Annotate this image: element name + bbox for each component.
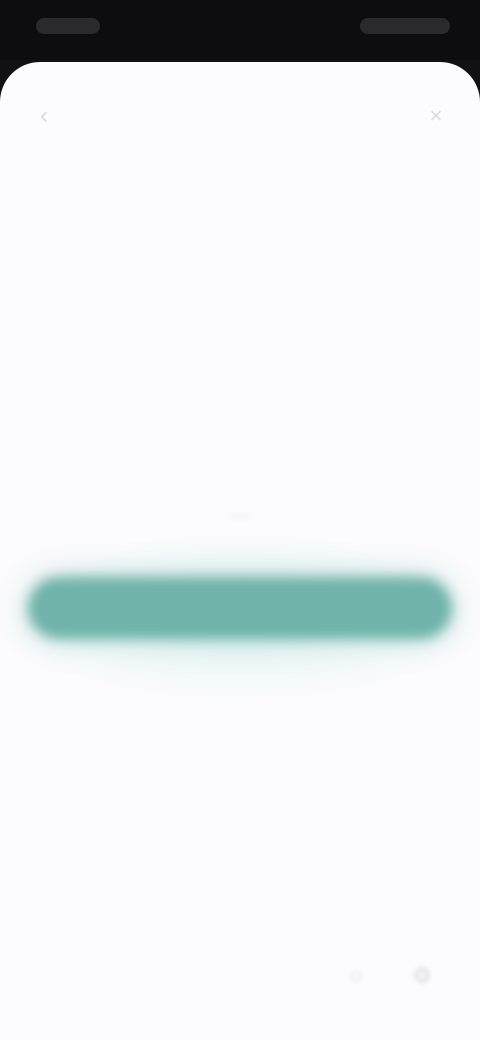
close-icon: × [429,103,443,128]
status-bar [0,0,480,60]
chevron-left-icon: ‹ [40,102,48,129]
gear-icon[interactable]: ⚙ [408,962,436,990]
onboarding-sheet: ‹ × • • • ○ ⚙ [0,62,480,1040]
back-button[interactable]: ‹ [30,102,58,130]
primary-button[interactable] [28,577,452,639]
status-indicators [360,18,450,34]
description-text [40,362,440,442]
brand-logo-text [120,188,360,244]
page-indicator: • • • [231,512,249,523]
circle-icon[interactable]: ○ [342,962,370,990]
page-heading [90,306,390,350]
secondary-link[interactable] [160,750,320,776]
status-time [36,18,100,34]
sheet-title [140,102,340,128]
helper-text [90,662,390,684]
close-button[interactable]: × [422,102,450,130]
